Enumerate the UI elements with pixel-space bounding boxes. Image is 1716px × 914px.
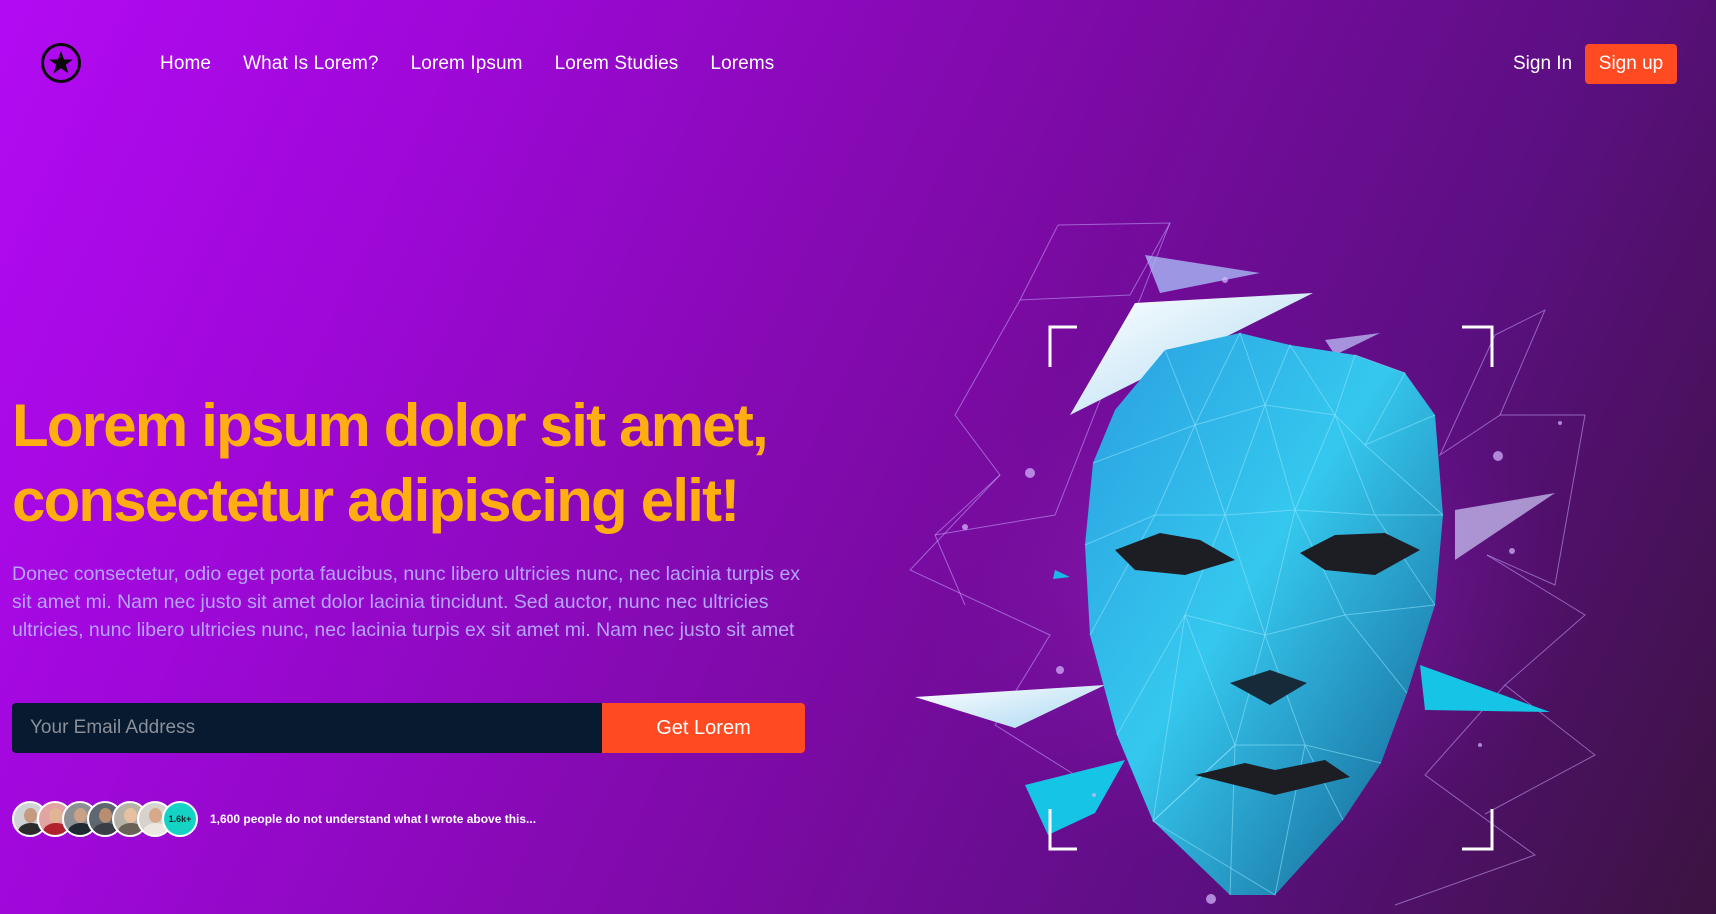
sign-in-link[interactable]: Sign In [1513, 53, 1572, 75]
nav-link-lorems[interactable]: Lorems [710, 53, 774, 75]
nav-link-lorem-ipsum[interactable]: Lorem Ipsum [411, 53, 523, 75]
hero-description: Donec consectetur, odio eget porta fauci… [12, 563, 801, 641]
top-navigation: Home What Is Lorem? Lorem Ipsum Lorem St… [0, 0, 1716, 128]
nav-link-home[interactable]: Home [160, 53, 211, 75]
email-input[interactable] [12, 703, 602, 753]
social-proof-text: 1,600 people do not understand what I wr… [210, 812, 537, 826]
hero-title-line-2: consectetur adipiscing elit! [12, 467, 740, 534]
avatar-group: 1.6k+ [12, 801, 198, 837]
nav-link-what-is-lorem[interactable]: What Is Lorem? [243, 53, 379, 75]
nav-links: Home What Is Lorem? Lorem Ipsum Lorem St… [160, 53, 774, 75]
nav-link-lorem-studies[interactable]: Lorem Studies [555, 53, 679, 75]
avatar-count-badge: 1.6k+ [162, 801, 198, 837]
sign-up-button[interactable]: Sign up [1585, 44, 1677, 84]
hero-title: Lorem ipsum dolor sit amet, consectetur a… [12, 388, 812, 538]
low-poly-face-icon [909, 222, 1596, 906]
star-circle-icon[interactable] [40, 42, 82, 84]
hero-title-line-1: Lorem ipsum dolor sit amet, [12, 392, 769, 459]
get-lorem-button[interactable]: Get Lorem [602, 703, 805, 753]
email-signup-form: Get Lorem [12, 703, 805, 753]
